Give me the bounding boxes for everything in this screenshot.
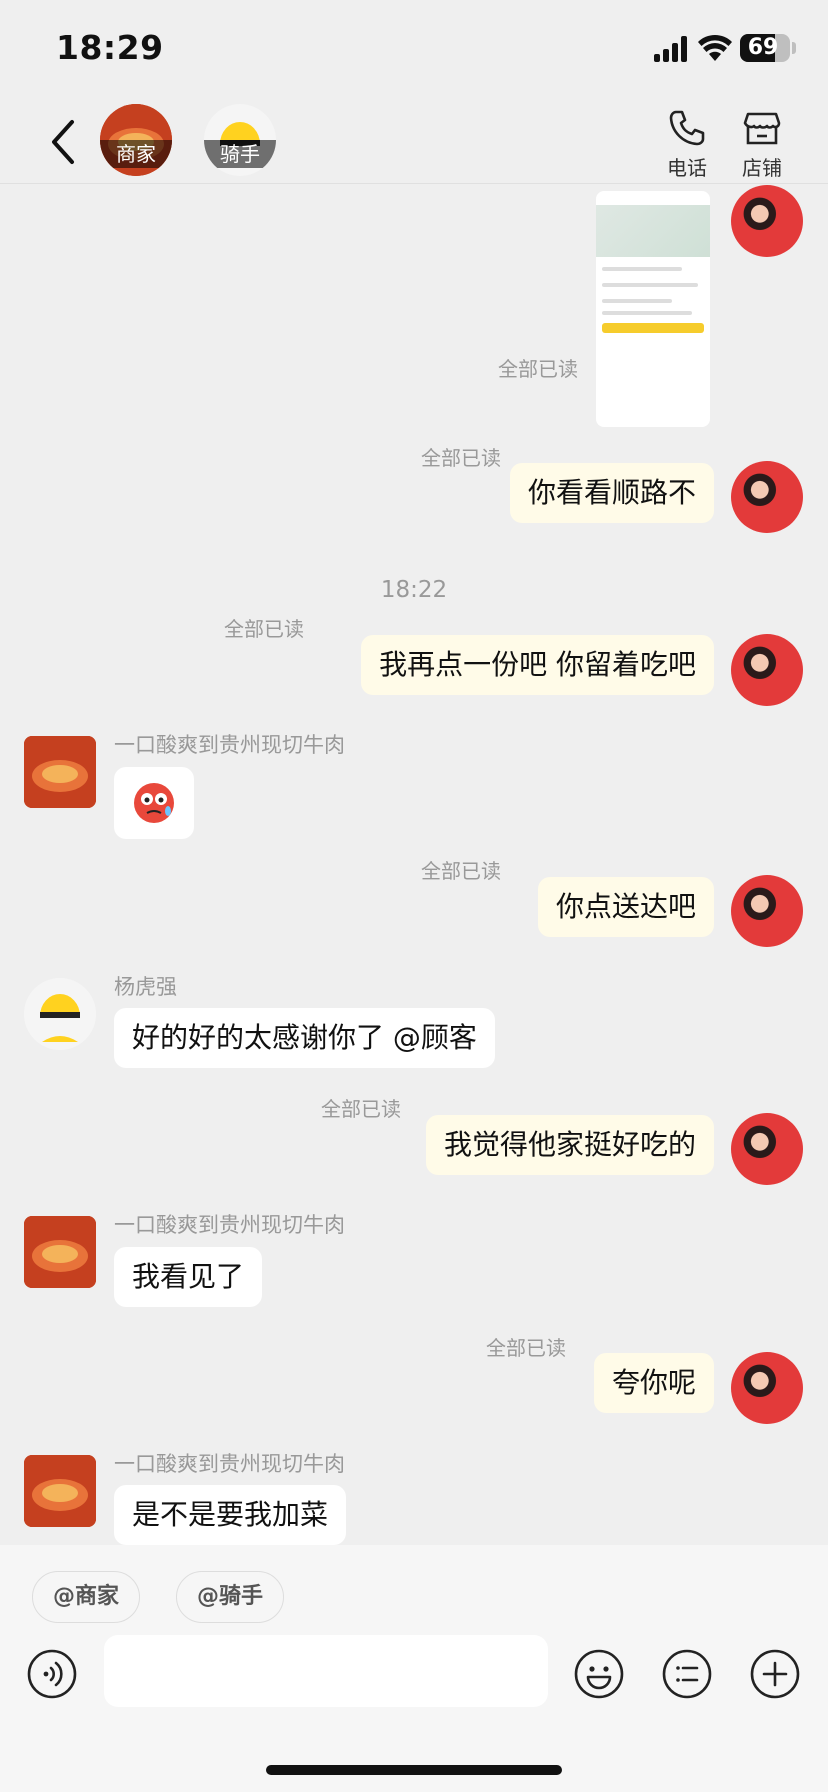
outgoing-message[interactable]: 我觉得他家挺好吃的 xyxy=(425,1115,714,1175)
wifi-icon xyxy=(698,34,732,61)
incoming-message[interactable]: 我看见了 xyxy=(114,1247,263,1307)
read-receipt: 全部已读 xyxy=(498,357,578,381)
timestamp: 18:22 xyxy=(380,577,448,603)
outgoing-message[interactable]: 夸你呢 xyxy=(593,1353,714,1413)
incoming-message[interactable]: 好的好的太感谢你了 @顾客 xyxy=(114,1008,495,1068)
map-thumbnail xyxy=(596,205,710,257)
flushed-face-emoji-icon xyxy=(134,783,174,823)
voice-input-icon[interactable] xyxy=(26,1648,78,1700)
my-avatar[interactable] xyxy=(731,185,803,257)
outgoing-message[interactable]: 你看看顺路不 xyxy=(509,463,714,523)
merchant-label: 商家 xyxy=(100,140,172,168)
read-receipt: 全部已读 xyxy=(421,446,501,470)
merchant-avatar[interactable] xyxy=(24,736,96,808)
battery-icon: 69 xyxy=(740,34,790,62)
merchant-avatar[interactable]: 商家 xyxy=(100,104,172,176)
read-receipt: 全部已读 xyxy=(421,859,501,883)
cellular-signal-icon xyxy=(654,36,688,62)
beef-dish-icon xyxy=(24,736,96,808)
my-avatar[interactable] xyxy=(731,634,803,706)
thumbnail-line xyxy=(602,299,672,303)
outgoing-message[interactable]: 你点送达吧 xyxy=(537,877,714,937)
outgoing-message[interactable]: 我再点一份吧 你留着吃吧 xyxy=(361,635,714,695)
shop-button[interactable]: 店铺 xyxy=(727,108,797,180)
chat-header: 商家 骑手 电话 店铺 xyxy=(0,100,828,184)
thumbnail-line xyxy=(602,283,698,287)
battery-percent: 69 xyxy=(747,35,779,60)
mention-rider-chip[interactable]: @骑手 xyxy=(176,1571,285,1623)
read-receipt: 全部已读 xyxy=(224,617,304,641)
phone-label: 电话 xyxy=(667,156,707,180)
phone-button[interactable]: 电话 xyxy=(652,108,722,180)
storefront-icon xyxy=(743,112,781,145)
my-avatar[interactable] xyxy=(731,1352,803,1424)
mention-merchant-chip[interactable]: @商家 xyxy=(32,1571,141,1623)
composer-bar: @商家 @骑手 xyxy=(0,1545,828,1792)
battery-cap xyxy=(792,42,796,54)
shop-label: 店铺 xyxy=(742,156,782,180)
emoji-icon[interactable] xyxy=(573,1648,625,1700)
beef-dish-icon xyxy=(24,1455,96,1527)
incoming-message[interactable]: 是不是要我加菜 xyxy=(114,1485,347,1545)
sender-name: 一口酸爽到贵州现切牛肉 xyxy=(114,1213,345,1237)
merchant-avatar[interactable] xyxy=(24,1455,96,1527)
quick-reply-list-icon[interactable] xyxy=(661,1648,713,1700)
rider-avatar[interactable]: 骑手 xyxy=(204,104,276,176)
plus-icon[interactable] xyxy=(749,1648,801,1700)
thumbnail-line xyxy=(602,311,692,315)
merchant-avatar[interactable] xyxy=(24,1216,96,1288)
home-indicator xyxy=(266,1765,562,1775)
status-bar: 18:29 69 xyxy=(0,0,828,100)
read-receipt: 全部已读 xyxy=(321,1097,401,1121)
sticker-message[interactable] xyxy=(114,767,194,839)
sender-name: 一口酸爽到贵州现切牛肉 xyxy=(114,733,345,757)
sender-name: 杨虎强 xyxy=(114,975,177,999)
my-avatar[interactable] xyxy=(731,461,803,533)
rider-avatar[interactable] xyxy=(24,978,96,1050)
screenshot-image-message[interactable] xyxy=(596,191,710,427)
status-time: 18:29 xyxy=(56,28,164,67)
rider-helmet-icon xyxy=(24,978,96,1050)
thumbnail-button xyxy=(602,323,704,333)
sender-name: 一口酸爽到贵州现切牛肉 xyxy=(114,1452,345,1476)
thumbnail-line xyxy=(602,267,682,271)
my-avatar[interactable] xyxy=(731,1113,803,1185)
message-input[interactable] xyxy=(104,1635,548,1707)
phone-icon xyxy=(669,110,705,146)
back-chevron-icon[interactable] xyxy=(44,118,84,166)
my-avatar[interactable] xyxy=(731,875,803,947)
beef-dish-icon xyxy=(24,1216,96,1288)
message-list[interactable]: 全部已读 你看看顺路不 全部已读 18:22 我再点一份吧 你留着吃吧 全部已读… xyxy=(0,185,828,1545)
read-receipt: 全部已读 xyxy=(486,1336,566,1360)
rider-label: 骑手 xyxy=(204,140,276,168)
